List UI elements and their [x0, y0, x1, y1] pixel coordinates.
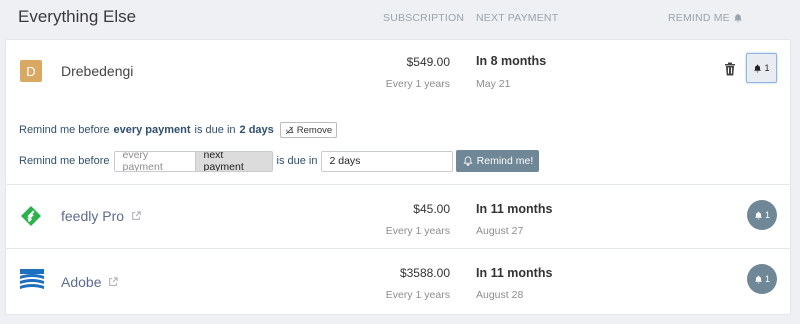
- option-every-payment[interactable]: every payment: [114, 151, 195, 171]
- next-payment-date: August 27: [476, 225, 524, 237]
- subscription-period: Every 1 years: [385, 289, 450, 301]
- form-label-before: Remind me before: [19, 155, 110, 167]
- section-header: Everything Else SUBSCRIPTION NEXT PAYMEN…: [0, 0, 800, 38]
- existing-reminder: Remind me before every payment is due in…: [19, 122, 338, 138]
- reminder-target: every payment: [113, 124, 191, 136]
- subscription-row-drebedengi[interactable]: D Drebedengi $549.00 Every 1 years In 8 …: [5, 39, 791, 185]
- payment-type-toggle[interactable]: every payment next payment: [113, 150, 273, 172]
- subscription-price: $3588.00: [399, 266, 450, 280]
- external-link-icon[interactable]: [108, 277, 119, 287]
- external-link-icon[interactable]: [131, 211, 141, 221]
- bell-icon: [755, 275, 762, 283]
- reminders-button[interactable]: 1: [746, 53, 777, 83]
- trash-icon[interactable]: [724, 62, 736, 76]
- reminders-button[interactable]: 1: [747, 200, 777, 230]
- remind-me-button[interactable]: Remind me!: [456, 150, 540, 172]
- subscription-name: Drebedengi: [61, 63, 134, 79]
- subscription-price: $45.00: [413, 202, 450, 216]
- bell-icon: [754, 64, 762, 72]
- reminder-prefix: Remind me before: [19, 124, 110, 136]
- bell-icon: [734, 13, 742, 23]
- reminder-days: 2 days: [239, 124, 274, 136]
- reminder-mid: is due in: [194, 124, 236, 136]
- subscription-name: Adobe: [61, 274, 102, 290]
- column-header-remind-me: REMIND ME: [668, 12, 743, 24]
- subscription-period: Every 1 years: [385, 78, 450, 90]
- subscription-row-adobe[interactable]: Adobe $3588.00 Every 1 years In 11 month…: [5, 249, 791, 315]
- option-next-payment[interactable]: next payment: [194, 151, 272, 171]
- adobe-logo: [20, 269, 44, 289]
- reminder-count: 1: [764, 274, 770, 284]
- next-payment-due: In 8 months: [476, 54, 547, 68]
- next-payment-date: May 21: [476, 78, 511, 90]
- reminders-button[interactable]: 1: [747, 264, 777, 294]
- subscription-name: feedly Pro: [61, 208, 125, 224]
- subscription-name-link[interactable]: feedly Pro: [61, 208, 141, 224]
- remove-reminder-button[interactable]: Remove: [279, 122, 338, 138]
- reminder-count: 1: [764, 210, 770, 220]
- next-payment-due: In 11 months: [476, 266, 553, 280]
- subscription-period: Every 1 years: [385, 225, 450, 237]
- remind-me-label: Remind me!: [476, 155, 534, 167]
- drebedengi-logo: D: [20, 60, 42, 82]
- subscription-row-feedly[interactable]: feedly Pro $45.00 Every 1 years In 11 mo…: [5, 185, 791, 249]
- form-label-due-in: is due in: [276, 155, 318, 167]
- bell-icon: [755, 211, 762, 219]
- subscription-name-link[interactable]: Adobe: [61, 274, 119, 290]
- next-payment-date: August 28: [476, 289, 524, 301]
- column-header-next-payment: NEXT PAYMENT: [476, 12, 559, 24]
- bell-slash-icon: [285, 126, 294, 134]
- reminder-count: 1: [764, 63, 770, 73]
- remove-label: Remove: [296, 124, 333, 136]
- column-header-subscription: SUBSCRIPTION: [383, 12, 465, 24]
- section-title: Everything Else: [18, 7, 137, 26]
- subscription-price: $549.00: [406, 55, 450, 69]
- column-header-remind-me-label: REMIND ME: [668, 12, 730, 24]
- days-select[interactable]: 2 days: [321, 150, 454, 172]
- add-reminder-form: Remind me before every payment next paym…: [19, 150, 540, 172]
- feedly-logo: [21, 206, 41, 226]
- next-payment-due: In 11 months: [476, 202, 553, 216]
- bell-icon: [463, 156, 473, 166]
